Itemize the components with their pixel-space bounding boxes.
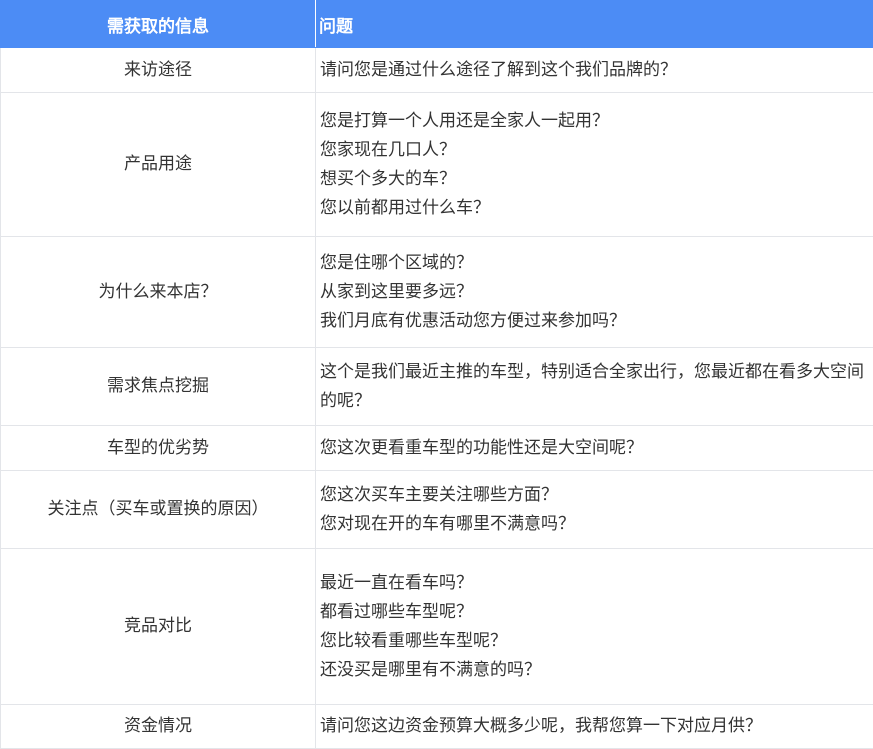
info-question-table: 需获取的信息 问题 来访途径 请问您是通过什么途径了解到这个我们品牌的？ 产品用… [0, 0, 873, 748]
table-row: 需求焦点挖掘 这个是我们最近主推的车型，特别适合全家出行，您最近都在看多大空间的… [1, 348, 873, 426]
question-cell: 这个是我们最近主推的车型，特别适合全家出行，您最近都在看多大空间的呢？ [316, 348, 873, 426]
info-cell: 产品用途 [1, 93, 316, 237]
info-cell: 关注点（买车或置换的原因） [1, 471, 316, 549]
info-cell: 为什么来本店？ [1, 237, 316, 348]
question-line: 您对现在开的车有哪里不满意吗？ [320, 510, 865, 539]
question-line: 从家到这里要多远？ [320, 278, 865, 307]
info-cell: 资金情况 [1, 705, 316, 749]
table-row: 来访途径 请问您是通过什么途径了解到这个我们品牌的？ [1, 48, 873, 93]
table-row: 资金情况 请问您这边资金预算大概多少呢，我帮您算一下对应月供？ [1, 705, 873, 749]
info-cell: 来访途径 [1, 48, 316, 93]
question-line: 请问您这边资金预算大概多少呢，我帮您算一下对应月供？ [320, 712, 865, 741]
question-cell: 您是住哪个区域的？ 从家到这里要多远？ 我们月底有优惠活动您方便过来参加吗？ [316, 237, 873, 348]
question-line: 您是住哪个区域的？ [320, 249, 865, 278]
info-cell: 车型的优劣势 [1, 426, 316, 471]
question-cell: 您是打算一个人用还是全家人一起用？ 您家现在几口人？ 想买个多大的车？ 您以前都… [316, 93, 873, 237]
question-cell: 请问您这边资金预算大概多少呢，我帮您算一下对应月供？ [316, 705, 873, 749]
header-info-column: 需获取的信息 [1, 1, 316, 48]
info-cell: 竞品对比 [1, 549, 316, 705]
question-line: 请问您是通过什么途径了解到这个我们品牌的？ [320, 56, 865, 85]
header-question-column: 问题 [316, 1, 873, 48]
question-line: 您家现在几口人？ [320, 136, 865, 165]
question-line: 这个是我们最近主推的车型，特别适合全家出行，您最近都在看多大空间的呢？ [320, 358, 865, 416]
table: 需获取的信息 问题 来访途径 请问您是通过什么途径了解到这个我们品牌的？ 产品用… [0, 0, 873, 749]
table-row: 关注点（买车或置换的原因） 您这次买车主要关注哪些方面？ 您对现在开的车有哪里不… [1, 471, 873, 549]
question-line: 您以前都用过什么车？ [320, 194, 865, 223]
table-header-row: 需获取的信息 问题 [1, 1, 873, 48]
table-row: 产品用途 您是打算一个人用还是全家人一起用？ 您家现在几口人？ 想买个多大的车？… [1, 93, 873, 237]
question-cell: 您这次买车主要关注哪些方面？ 您对现在开的车有哪里不满意吗？ [316, 471, 873, 549]
table-row: 竞品对比 最近一直在看车吗？ 都看过哪些车型呢？ 您比较看重哪些车型呢？ 还没买… [1, 549, 873, 705]
question-cell: 最近一直在看车吗？ 都看过哪些车型呢？ 您比较看重哪些车型呢？ 还没买是哪里有不… [316, 549, 873, 705]
question-line: 您是打算一个人用还是全家人一起用？ [320, 107, 865, 136]
question-line: 您这次买车主要关注哪些方面？ [320, 481, 865, 510]
question-cell: 您这次更看重车型的功能性还是大空间呢？ [316, 426, 873, 471]
table-row: 车型的优劣势 您这次更看重车型的功能性还是大空间呢？ [1, 426, 873, 471]
question-line: 都看过哪些车型呢？ [320, 598, 865, 627]
question-line: 最近一直在看车吗？ [320, 569, 865, 598]
question-line: 想买个多大的车？ [320, 165, 865, 194]
question-line: 您这次更看重车型的功能性还是大空间呢？ [320, 434, 865, 463]
info-cell: 需求焦点挖掘 [1, 348, 316, 426]
question-line: 我们月底有优惠活动您方便过来参加吗？ [320, 307, 865, 336]
question-line: 还没买是哪里有不满意的吗？ [320, 656, 865, 685]
question-cell: 请问您是通过什么途径了解到这个我们品牌的？ [316, 48, 873, 93]
question-line: 您比较看重哪些车型呢？ [320, 627, 865, 656]
table-row: 为什么来本店？ 您是住哪个区域的？ 从家到这里要多远？ 我们月底有优惠活动您方便… [1, 237, 873, 348]
